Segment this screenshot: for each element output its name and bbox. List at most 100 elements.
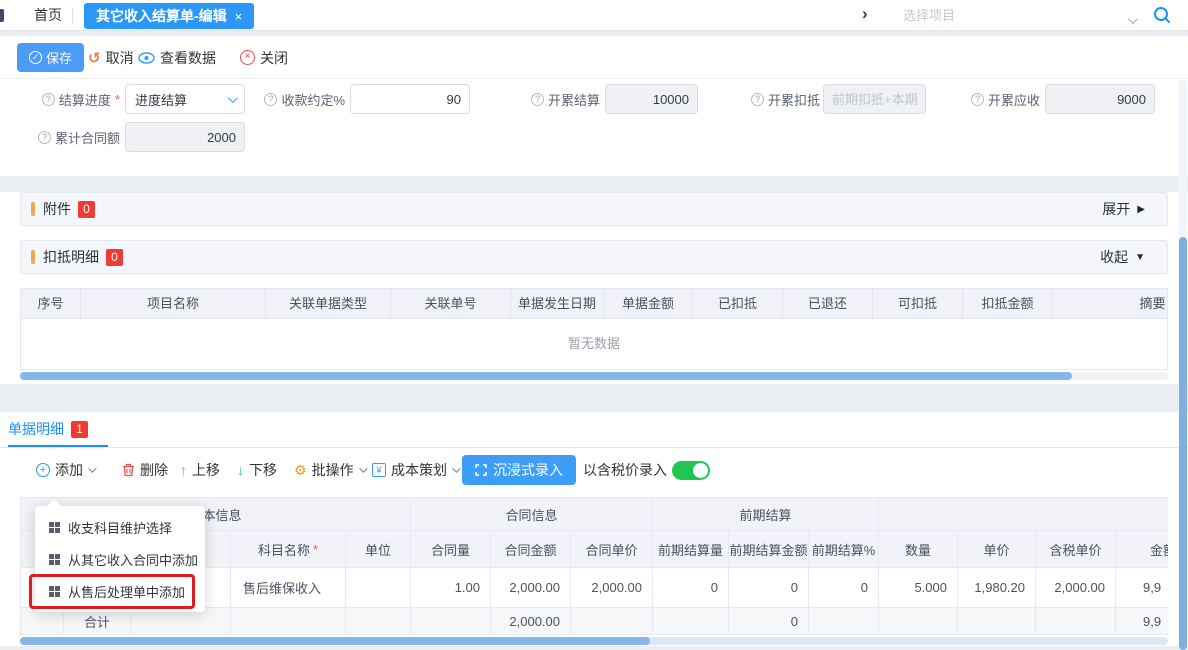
- cancel-button[interactable]: ↺取消: [88, 36, 134, 79]
- required-star: *: [115, 92, 120, 107]
- column-header[interactable]: 项目名称: [81, 289, 266, 319]
- detail-toolbar: +添加 删除 ↑上移 ↓下移 ⚙批操作 ¥成本策划 沉浸式录入 以含税价录入: [0, 448, 1188, 492]
- group-contract-info: 合同信息: [411, 498, 653, 531]
- unit-cell[interactable]: [346, 568, 411, 608]
- chevron-down-icon: [452, 464, 460, 472]
- chevron-down-icon: [88, 464, 96, 472]
- column-header[interactable]: 扣抵金额: [963, 289, 1053, 319]
- view-data-button[interactable]: 查看数据: [138, 36, 216, 79]
- immersive-entry-button[interactable]: 沉浸式录入: [462, 455, 576, 485]
- sidebar-collapse-icon: [0, 9, 4, 22]
- contract-price-cell[interactable]: 2,000.00: [571, 568, 653, 608]
- tax-price-cell[interactable]: 2,000.00: [1036, 568, 1116, 608]
- prev-qty-cell[interactable]: 0: [653, 568, 729, 608]
- save-button[interactable]: ✓保存: [17, 43, 84, 72]
- column-header[interactable]: 合同量: [411, 531, 491, 568]
- column-header[interactable]: 关联单号: [391, 289, 511, 319]
- horizontal-scrollbar-track[interactable]: [20, 637, 1168, 645]
- column-header[interactable]: 金额: [1116, 531, 1168, 568]
- column-header[interactable]: 数量: [879, 531, 958, 568]
- close-button[interactable]: ×关闭: [240, 36, 288, 79]
- cost-plan-button[interactable]: ¥成本策划: [372, 448, 458, 492]
- field-label-settle-progress: ?结算进度*: [0, 84, 120, 114]
- column-header[interactable]: 单价: [958, 531, 1036, 568]
- arrow-down-icon: ↓: [237, 462, 244, 478]
- column-header[interactable]: 已扣抵: [693, 289, 783, 319]
- field-label-cum-receivable: ?开累应收: [930, 84, 1040, 114]
- grid-icon: [49, 554, 54, 559]
- column-header[interactable]: 单位: [346, 531, 411, 568]
- cum-settlement-input: [605, 84, 698, 114]
- help-icon[interactable]: ?: [531, 93, 544, 106]
- move-down-button[interactable]: ↓下移: [237, 448, 277, 492]
- attachments-title: 附件: [43, 199, 71, 219]
- field-label-cum-settlement: ?开累结算: [490, 84, 600, 114]
- arrow-up-icon: ↑: [180, 462, 187, 478]
- column-header[interactable]: 单据发生日期: [511, 289, 604, 319]
- column-header[interactable]: 合同金额: [491, 531, 571, 568]
- column-header[interactable]: 科目名称*: [231, 531, 346, 568]
- help-icon[interactable]: ?: [264, 93, 277, 106]
- project-select-input[interactable]: [893, 2, 1135, 29]
- triangle-down-icon: ▼: [1135, 252, 1145, 263]
- tab-close-icon[interactable]: ×: [235, 9, 243, 24]
- search-icon[interactable]: [1152, 5, 1172, 25]
- tab-active-document[interactable]: 其它收入结算单-编辑×: [84, 3, 254, 29]
- menu-item-add-from-aftersales-order[interactable]: 从售后处理单中添加: [35, 575, 205, 607]
- divider-band: [0, 646, 1188, 650]
- price-cell[interactable]: 1,980.20: [958, 568, 1036, 608]
- column-header[interactable]: 前期结算金额: [729, 531, 809, 568]
- horizontal-scrollbar-track[interactable]: [20, 372, 1168, 380]
- column-header[interactable]: 单据金额: [604, 289, 693, 319]
- contract-amount-cell[interactable]: 2,000.00: [491, 568, 571, 608]
- subject-cell[interactable]: 售后维保收入: [231, 568, 346, 608]
- column-header[interactable]: 关联单据类型: [266, 289, 391, 319]
- vertical-scrollbar-thumb[interactable]: [1179, 237, 1187, 650]
- tab-bar: 首页 其它收入结算单-编辑× ›: [0, 0, 1188, 31]
- deduction-table: 序号 项目名称 关联单据类型 关联单号 单据发生日期 单据金额 已扣抵 已退还 …: [20, 288, 1168, 370]
- tab-detail-lines[interactable]: 单据明细 1: [8, 419, 88, 439]
- group-current: [879, 498, 1168, 531]
- attachments-expand-button[interactable]: 展开▶: [1102, 199, 1145, 219]
- chevron-down-icon[interactable]: [1128, 12, 1135, 27]
- horizontal-scrollbar-thumb[interactable]: [20, 637, 650, 645]
- cum-deduction-input: [823, 84, 926, 114]
- column-header[interactable]: 摘要: [1053, 289, 1168, 319]
- expand-panel-chevron-icon[interactable]: ›: [862, 4, 868, 24]
- qty-cell[interactable]: 5.000: [879, 568, 958, 608]
- triangle-right-icon: ▶: [1137, 204, 1145, 215]
- deduction-collapse-button[interactable]: 收起▼: [1100, 247, 1145, 267]
- tax-entry-toggle[interactable]: [672, 461, 710, 480]
- help-icon[interactable]: ?: [971, 93, 984, 106]
- prev-amount-cell[interactable]: 0: [729, 568, 809, 608]
- payment-pct-input[interactable]: [350, 84, 470, 114]
- column-header[interactable]: 前期结算量: [653, 531, 729, 568]
- help-icon[interactable]: ?: [42, 93, 55, 106]
- deduction-section-bar: 扣抵明细 0 收起▼: [20, 240, 1168, 274]
- column-header[interactable]: 合同单价: [571, 531, 653, 568]
- batch-ops-button[interactable]: ⚙批操作: [294, 448, 365, 492]
- menu-item-maintain-subject[interactable]: 收支科目维护选择: [35, 511, 205, 543]
- section-accent-bar: [31, 250, 35, 264]
- column-header[interactable]: 序号: [21, 289, 81, 319]
- total-row: 合计 2,000.00 0 9,9: [21, 608, 1168, 635]
- horizontal-scrollbar-thumb[interactable]: [20, 372, 1072, 380]
- add-button[interactable]: +添加: [36, 448, 94, 492]
- column-header[interactable]: 已退还: [783, 289, 873, 319]
- move-up-button[interactable]: ↑上移: [180, 448, 220, 492]
- column-header[interactable]: 可扣抵: [873, 289, 963, 319]
- tab-divider: [72, 8, 73, 23]
- column-header[interactable]: 前期结算%: [809, 531, 879, 568]
- plus-circle-icon: +: [36, 463, 50, 477]
- prev-pct-cell[interactable]: 0: [809, 568, 879, 608]
- help-icon[interactable]: ?: [751, 93, 764, 106]
- help-icon[interactable]: ?: [38, 131, 51, 144]
- undo-icon: ↺: [88, 49, 101, 67]
- contract-qty-cell[interactable]: 1.00: [411, 568, 491, 608]
- menu-item-add-from-other-income-contract[interactable]: 从其它收入合同中添加: [35, 543, 205, 575]
- column-header[interactable]: 含税单价: [1036, 531, 1116, 568]
- delete-button[interactable]: 删除: [122, 448, 168, 492]
- total-label: 合计: [64, 608, 131, 635]
- tab-home[interactable]: 首页: [20, 0, 76, 30]
- amount-cell[interactable]: 9,9: [1116, 568, 1168, 608]
